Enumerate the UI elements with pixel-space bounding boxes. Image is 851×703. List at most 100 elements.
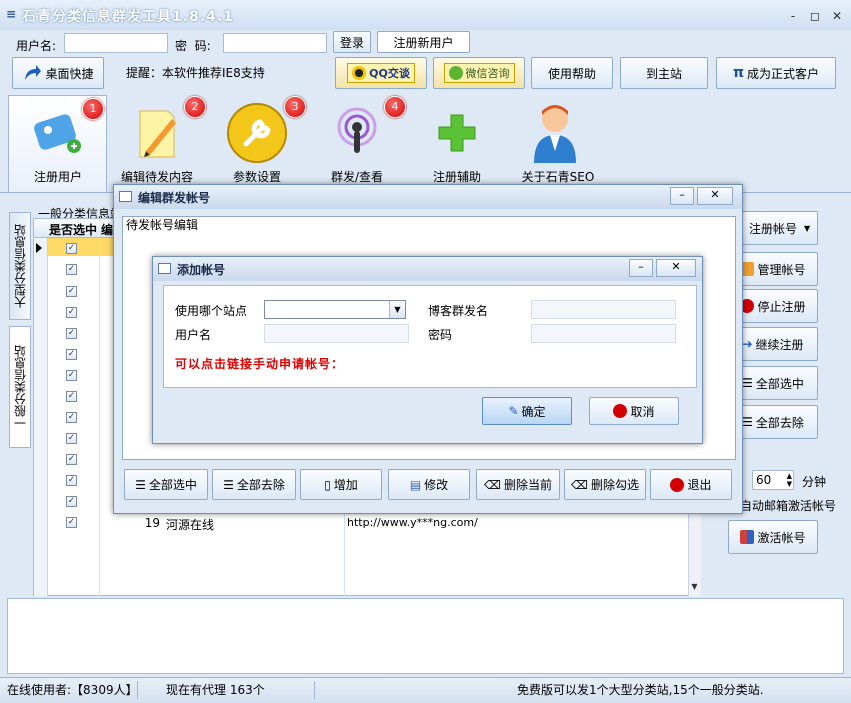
tool-badge-4: 4 (384, 96, 406, 118)
dialog-deselect-all-button[interactable]: ☰ 全部去除 (212, 469, 296, 500)
dialog-menu-icon[interactable] (119, 191, 132, 202)
cancel-label: 取消 (630, 404, 655, 419)
settings-wrench-icon[interactable] (222, 98, 292, 168)
password-input[interactable] (223, 33, 327, 53)
row-checkbox[interactable]: ✓ (66, 349, 77, 360)
add-dialog-minimize[interactable]: – (629, 259, 653, 277)
qq-chat-button[interactable]: QQ交谈 (335, 57, 427, 89)
username-label: 用户名: (16, 39, 57, 53)
row-checkbox[interactable]: ✓ (66, 454, 77, 465)
interval-value: 60 (756, 473, 772, 487)
free-version-note: 免费版可以发1个大型分类站,15个一般分类站. (517, 683, 764, 697)
site-select[interactable]: ▼ (264, 300, 406, 319)
scroll-down-icon[interactable]: ▼ (688, 579, 701, 595)
interval-stepper[interactable]: 60 ▲ ▼ (752, 470, 794, 490)
chevron-down-icon: ▼ (804, 223, 811, 233)
qq-penguin-icon (352, 66, 367, 80)
add-dialog-close[interactable]: ✕ (656, 259, 696, 277)
row-site-url[interactable]: http://www.y***ng.com/ (347, 516, 478, 529)
row-checkbox[interactable]: ✓ (66, 433, 77, 444)
deselect-all-icon: ☰ (742, 415, 753, 429)
site-label: 使用哪个站点 (175, 304, 248, 318)
password-input[interactable] (531, 324, 676, 343)
dialog-delete-current-button[interactable]: ⌫ 删除当前 (476, 469, 560, 500)
row-checkbox[interactable]: ✓ (66, 391, 77, 402)
add-dialog-titlebar: 添加帐号 (153, 257, 702, 281)
username-input[interactable] (64, 33, 168, 53)
dialog-modify-button[interactable]: ▤ 修改 (388, 469, 470, 500)
tool-label-edit-content[interactable]: 编辑待发内容 (113, 168, 201, 185)
login-button[interactable]: 登录 (333, 31, 371, 53)
home-site-button[interactable]: 到主站 (620, 57, 708, 89)
edit-dialog-close[interactable]: ✕ (697, 187, 733, 205)
tool-label-register-user[interactable]: 注册用户 (18, 168, 98, 185)
row-checkbox[interactable]: ✓ (66, 307, 77, 318)
dialog-select-all-button[interactable]: ☰ 全部选中 (124, 469, 208, 500)
stepper-arrows-icon[interactable]: ▲ ▼ (787, 472, 792, 488)
current-row-indicator (36, 243, 42, 253)
tool-label-settings[interactable]: 参数设置 (222, 168, 292, 185)
row-checkbox[interactable]: ✓ (66, 264, 77, 275)
row-checkbox[interactable]: ✓ (66, 243, 77, 254)
tab-general-sites[interactable]: 一般分类信息站 (9, 326, 31, 448)
dialog-exit-label: 退出 (687, 478, 712, 492)
about-person-icon[interactable] (520, 98, 590, 168)
edit-content-icon[interactable] (122, 98, 192, 168)
eraser-icon: ⌫ (484, 477, 501, 492)
user-input[interactable] (264, 324, 409, 343)
activate-account-button[interactable]: 激活帐号 (728, 520, 818, 554)
tab-large-sites[interactable]: 大型分类信息站 (9, 212, 31, 320)
activate-account-label: 激活帐号 (757, 530, 806, 545)
add-dialog-title: 添加帐号 (177, 262, 226, 277)
tool-label-about[interactable]: 关于石青SEO (510, 168, 606, 185)
grid-col-divider (99, 238, 100, 596)
minimize-button[interactable]: - (784, 8, 802, 24)
row-checkbox[interactable]: ✓ (66, 328, 77, 339)
row-checkbox[interactable]: ✓ (66, 475, 77, 486)
become-customer-button[interactable]: π 成为正式客户 (716, 57, 836, 89)
desktop-shortcut-label: 桌面快捷 (45, 66, 94, 81)
tool-label-broadcast[interactable]: 群发/查看 (322, 168, 392, 185)
arrow-right-icon: ➔ (742, 337, 753, 351)
cancel-button[interactable]: 取消 (589, 397, 679, 425)
dialog-add-button[interactable]: ▯ 增加 (300, 469, 382, 500)
edit-dialog-minimize[interactable]: – (670, 187, 694, 205)
confirm-pencil-icon: ✎ (508, 404, 519, 418)
confirm-label: 确定 (521, 404, 546, 419)
dialog-delete-current-label: 删除当前 (503, 478, 552, 492)
apply-link-text[interactable]: 可以点击链接手动申请帐号： (175, 355, 344, 372)
right-deselect-all-label: 全部去除 (755, 415, 804, 430)
register-button[interactable]: 注册新用户 (377, 31, 470, 53)
app-menu-icon[interactable]: ≡ (6, 7, 16, 21)
dialog-delete-checked-button[interactable]: ⌫ 删除勾选 (564, 469, 646, 500)
dialog-exit-button[interactable]: 退出 (650, 469, 732, 500)
edit-dialog-titlebar: 编辑群发帐号 (114, 185, 742, 209)
tip-text: 提醒：本软件推荐IE8支持 (126, 66, 265, 80)
dialog-add-label: 增加 (333, 478, 358, 492)
tool-badge-2: 2 (184, 96, 206, 118)
plus-icon[interactable] (422, 98, 492, 168)
grid-col-num[interactable]: 编 (101, 221, 113, 238)
tool-badge-1: 1 (82, 98, 104, 120)
wechat-button[interactable]: 微信咨询 (433, 57, 525, 89)
become-customer-label: 成为正式客户 (747, 66, 820, 81)
row-checkbox[interactable]: ✓ (66, 496, 77, 507)
activate-icon (740, 530, 755, 544)
tool-label-register-assist[interactable]: 注册辅助 (422, 168, 492, 185)
broadcast-icon[interactable] (322, 98, 392, 168)
grid-col-selected[interactable]: 是否选中 (49, 221, 97, 238)
row-checkbox[interactable]: ✓ (66, 517, 77, 528)
blog-input[interactable] (531, 300, 676, 319)
dialog-menu-icon[interactable] (158, 263, 171, 274)
row-checkbox[interactable]: ✓ (66, 412, 77, 423)
row-checkbox[interactable]: ✓ (66, 286, 77, 297)
close-button[interactable]: ✕ (828, 8, 846, 24)
row-checkbox[interactable]: ✓ (66, 370, 77, 381)
edit-dialog-title: 编辑群发帐号 (138, 190, 211, 205)
help-button[interactable]: 使用帮助 (531, 57, 613, 89)
desktop-shortcut-button[interactable]: 桌面快捷 (12, 57, 104, 89)
restore-button[interactable]: ◻ (806, 8, 824, 24)
confirm-button[interactable]: ✎ 确定 (482, 397, 572, 425)
log-panel (7, 598, 844, 674)
chevron-down-icon[interactable]: ▼ (389, 301, 405, 318)
